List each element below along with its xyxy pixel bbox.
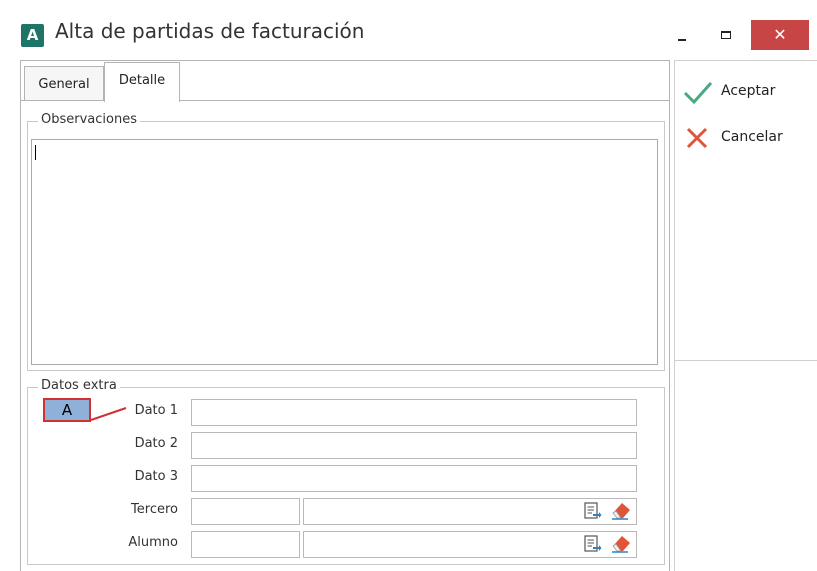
maximize-button[interactable] — [712, 20, 742, 50]
alumno-clear-button[interactable] — [610, 533, 632, 553]
x-icon — [686, 127, 708, 149]
observaciones-legend: Observaciones — [38, 112, 140, 127]
dato-3-label: Dato 3 — [134, 469, 178, 484]
tercero-clear-button[interactable] — [610, 500, 632, 520]
minimize-icon — [678, 39, 686, 41]
maximize-icon — [721, 31, 731, 39]
dato-3-input[interactable] — [191, 465, 637, 492]
actions-panel-lower — [674, 361, 817, 571]
datos-extra-legend: Datos extra — [38, 378, 120, 393]
accept-button[interactable]: Aceptar — [683, 78, 793, 106]
cancel-label: Cancelar — [721, 129, 783, 145]
window-title: Alta de partidas de facturación — [55, 19, 365, 43]
alumno-label: Alumno — [128, 535, 178, 550]
tab-general[interactable]: General — [24, 66, 104, 100]
tercero-label: Tercero — [131, 502, 178, 517]
cancel-button[interactable]: Cancelar — [683, 124, 793, 152]
observaciones-textarea[interactable] — [31, 139, 658, 365]
tab-detalle[interactable]: Detalle — [104, 62, 180, 102]
close-icon: ✕ — [773, 25, 787, 44]
tercero-code-input[interactable] — [191, 498, 300, 525]
alumno-code-input[interactable] — [191, 531, 300, 558]
text-caret — [35, 145, 36, 160]
app-logo-icon: A — [21, 24, 44, 47]
checkmark-icon — [683, 81, 713, 104]
accept-label: Aceptar — [721, 83, 776, 99]
alumno-pick-button[interactable] — [584, 535, 602, 553]
close-button[interactable]: ✕ — [751, 20, 809, 50]
callout-pointer — [90, 407, 127, 421]
tercero-pick-button[interactable] — [584, 502, 602, 520]
minimize-button[interactable] — [669, 20, 699, 50]
dato-2-label: Dato 2 — [134, 436, 178, 451]
dato-2-input[interactable] — [191, 432, 637, 459]
callout-marker: A — [43, 398, 91, 422]
dato-1-input[interactable] — [191, 399, 637, 426]
